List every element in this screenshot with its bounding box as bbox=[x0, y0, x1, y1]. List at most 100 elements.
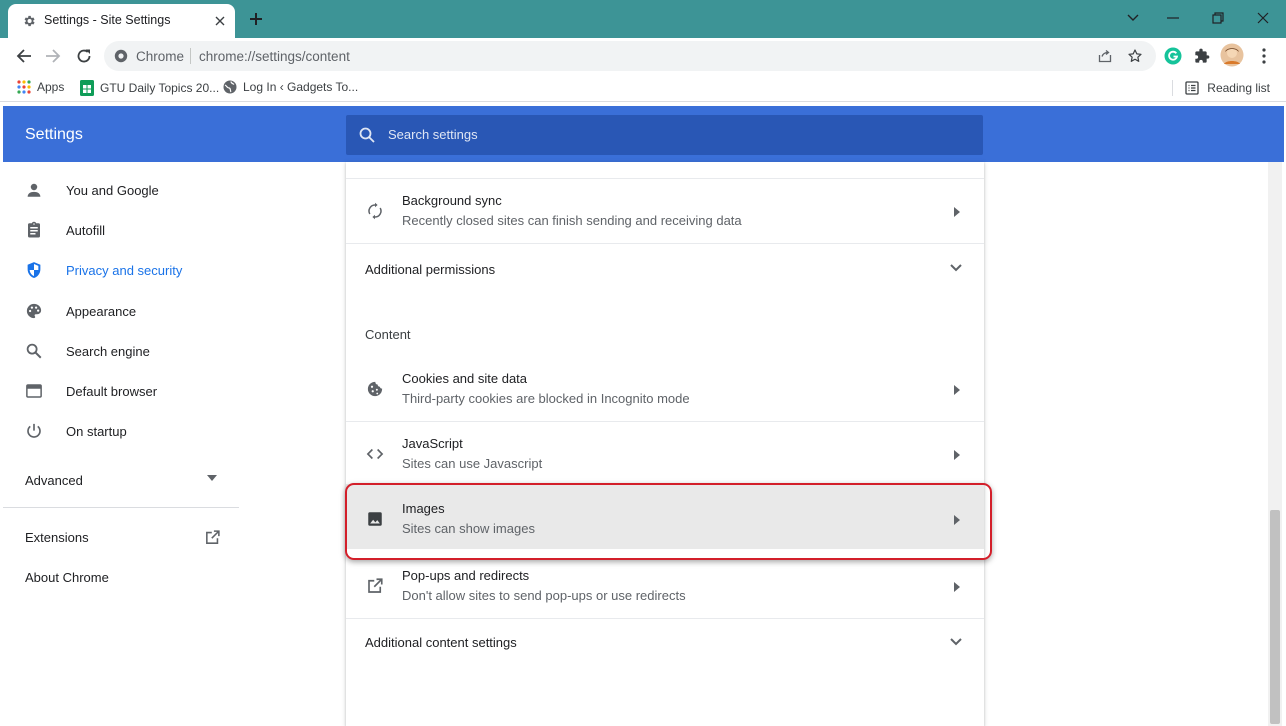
more-menu-icon[interactable] bbox=[1254, 46, 1274, 66]
additional-content-settings-row[interactable]: Additional content settings bbox=[346, 619, 984, 665]
caret-down-icon[interactable] bbox=[207, 475, 217, 481]
chevron-down-icon bbox=[950, 264, 962, 272]
browser-tab[interactable]: Settings - Site Settings bbox=[8, 4, 235, 38]
row-title: Pop-ups and redirects bbox=[402, 568, 530, 583]
reload-icon[interactable] bbox=[73, 45, 95, 67]
row-subtitle: Don't allow sites to send pop-ups or use… bbox=[402, 588, 686, 603]
sidebar-item-label: Default browser bbox=[66, 384, 158, 399]
sidebar-item-search-engine[interactable]: Search engine bbox=[3, 331, 239, 371]
sidebar-item-privacy-and-security[interactable]: Privacy and security bbox=[3, 250, 239, 290]
popups-and-redirects-row[interactable]: Pop-ups and redirects Don't allow sites … bbox=[346, 554, 984, 618]
scrollbar-thumb[interactable] bbox=[1270, 510, 1280, 724]
code-icon bbox=[366, 445, 384, 463]
search-input[interactable]: Search settings bbox=[346, 115, 983, 155]
omnibox-separator bbox=[190, 48, 191, 64]
extensions-link[interactable]: Extensions bbox=[25, 530, 89, 545]
power-icon bbox=[25, 422, 43, 440]
sidebar-item-appearance[interactable]: Appearance bbox=[3, 291, 239, 331]
person-icon bbox=[25, 181, 43, 199]
extensions-puzzle-icon[interactable] bbox=[1192, 46, 1212, 66]
bookmarks-bar: Apps GTU Daily Topics 20... Log In ‹ Gad… bbox=[0, 74, 1286, 102]
globe-icon bbox=[223, 80, 237, 94]
images-highlight-annotation bbox=[345, 483, 992, 560]
tab-title: Settings - Site Settings bbox=[44, 13, 171, 27]
forward-arrow-icon[interactable] bbox=[42, 45, 64, 67]
minimize-icon[interactable] bbox=[1162, 8, 1184, 28]
content-section-heading: Content bbox=[365, 327, 411, 342]
browser-window-icon bbox=[25, 382, 43, 400]
sidebar-item-label: On startup bbox=[66, 424, 127, 439]
search-placeholder: Search settings bbox=[388, 127, 478, 142]
bookmark-apps[interactable]: Apps bbox=[17, 80, 64, 94]
sidebar-item-on-startup[interactable]: On startup bbox=[3, 411, 239, 451]
bookmark-gtu-daily-topics[interactable]: GTU Daily Topics 20... bbox=[80, 80, 219, 96]
title-bar: Settings - Site Settings bbox=[0, 0, 1286, 38]
chevron-down-icon bbox=[950, 638, 962, 646]
row-title: JavaScript bbox=[402, 436, 463, 451]
arrow-right-icon bbox=[954, 207, 960, 217]
row-subtitle: Third-party cookies are blocked in Incog… bbox=[402, 391, 690, 406]
site-settings-card: Background sync Recently closed sites ca… bbox=[346, 162, 984, 726]
clipboard-icon bbox=[25, 221, 43, 239]
page-title: Settings bbox=[25, 126, 83, 143]
cookies-and-site-data-row[interactable]: Cookies and site data Third-party cookie… bbox=[346, 357, 984, 421]
additional-content-settings-label: Additional content settings bbox=[365, 635, 517, 650]
search-icon bbox=[359, 127, 375, 143]
open-in-new-icon bbox=[366, 577, 384, 595]
grammarly-icon[interactable] bbox=[1163, 46, 1183, 66]
bookmark-star-icon[interactable] bbox=[1126, 47, 1144, 65]
restore-icon[interactable] bbox=[1207, 8, 1229, 28]
google-sheets-icon bbox=[80, 80, 94, 96]
reading-list-button[interactable]: Reading list bbox=[1172, 80, 1270, 96]
sidebar-divider bbox=[3, 507, 239, 508]
search-icon bbox=[25, 342, 43, 360]
advanced-toggle[interactable]: Advanced bbox=[25, 473, 83, 488]
row-subtitle: Sites can use Javascript bbox=[402, 456, 543, 471]
shield-icon bbox=[25, 261, 43, 279]
about-chrome-link[interactable]: About Chrome bbox=[25, 570, 109, 585]
sidebar-item-default-browser[interactable]: Default browser bbox=[3, 371, 239, 411]
bookmark-label: Log In ‹ Gadgets To... bbox=[243, 80, 359, 94]
arrow-right-icon bbox=[954, 450, 960, 460]
bookmark-gadgets-login[interactable]: Log In ‹ Gadgets To... bbox=[223, 80, 358, 94]
gear-icon bbox=[22, 14, 36, 28]
sidebar-item-label: You and Google bbox=[66, 183, 159, 198]
sidebar-item-label: Privacy and security bbox=[66, 263, 183, 278]
address-bar[interactable]: Chrome chrome://settings/content bbox=[104, 41, 1156, 71]
close-tab-icon[interactable] bbox=[211, 12, 229, 30]
additional-permissions-row[interactable]: Additional permissions bbox=[346, 244, 984, 292]
bookmark-label: GTU Daily Topics 20... bbox=[100, 81, 220, 95]
row-subtitle: Recently closed sites can finish sending… bbox=[402, 213, 742, 228]
settings-header: Settings Search settings bbox=[3, 106, 1284, 162]
sidebar-item-you-and-google[interactable]: You and Google bbox=[3, 170, 239, 210]
sidebar-item-label: Appearance bbox=[66, 304, 137, 319]
close-window-icon[interactable] bbox=[1252, 8, 1274, 28]
sync-icon bbox=[366, 202, 384, 220]
sidebar-item-label: Search engine bbox=[66, 344, 150, 359]
page-scrollbar[interactable] bbox=[1268, 162, 1282, 726]
javascript-row[interactable]: JavaScript Sites can use Javascript bbox=[346, 422, 984, 484]
sidebar-item-label: Autofill bbox=[66, 223, 106, 238]
new-tab-icon[interactable] bbox=[246, 9, 266, 29]
background-sync-row[interactable]: Background sync Recently closed sites ca… bbox=[346, 179, 984, 243]
palette-icon bbox=[25, 302, 43, 320]
share-icon[interactable] bbox=[1096, 47, 1114, 65]
sidebar-item-autofill[interactable]: Autofill bbox=[3, 210, 239, 250]
chrome-icon bbox=[114, 49, 128, 63]
url-text[interactable]: chrome://settings/content bbox=[199, 49, 350, 64]
bookmark-label: Apps bbox=[37, 80, 65, 94]
back-arrow-icon[interactable] bbox=[13, 45, 35, 67]
additional-permissions-label: Additional permissions bbox=[365, 262, 496, 277]
site-chip-label: Chrome bbox=[136, 49, 185, 64]
row-title: Cookies and site data bbox=[402, 371, 528, 386]
tab-search-chevron-icon[interactable] bbox=[1122, 8, 1144, 28]
reading-list-icon bbox=[1185, 81, 1199, 95]
apps-grid-icon bbox=[17, 80, 31, 94]
reading-list-label: Reading list bbox=[1207, 81, 1270, 95]
arrow-right-icon bbox=[954, 385, 960, 395]
browser-toolbar: Chrome chrome://settings/content bbox=[0, 38, 1286, 74]
cookie-icon bbox=[366, 380, 384, 398]
open-in-new-icon[interactable] bbox=[204, 529, 221, 546]
profile-avatar[interactable] bbox=[1220, 43, 1244, 67]
row-title: Background sync bbox=[402, 193, 502, 208]
